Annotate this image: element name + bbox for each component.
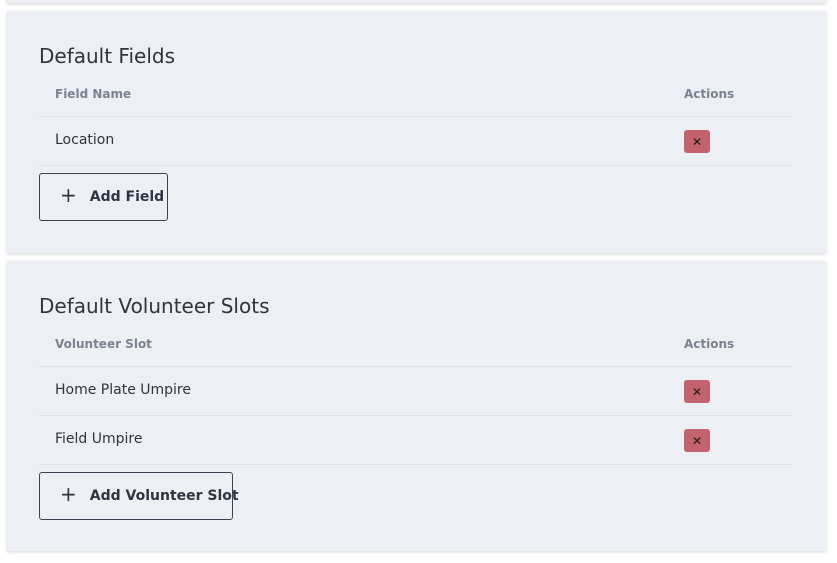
default-fields-title: Default Fields bbox=[39, 44, 176, 68]
add-field-button[interactable]: + Add Field bbox=[39, 173, 168, 221]
field-name-cell: Location bbox=[55, 132, 115, 148]
default-fields-card: Default Fields Field Name Actions Locati… bbox=[7, 11, 826, 253]
delete-field-button[interactable]: ✕ bbox=[684, 130, 710, 153]
add-field-label: Add Field bbox=[89, 189, 165, 205]
column-header-volunteer-slot: Volunteer Slot bbox=[55, 337, 152, 351]
plus-icon: + bbox=[60, 482, 77, 506]
column-header-field-name: Field Name bbox=[55, 87, 132, 101]
delete-slot-button[interactable]: ✕ bbox=[684, 380, 710, 403]
column-header-actions: Actions bbox=[684, 337, 735, 351]
table-header: Volunteer Slot Actions bbox=[39, 334, 792, 367]
volunteer-slot-cell: Field Umpire bbox=[55, 431, 143, 447]
default-volunteer-slots-table: Volunteer Slot Actions Home Plate Umpire… bbox=[39, 334, 792, 465]
table-row: Location ✕ bbox=[39, 117, 792, 166]
previous-card bbox=[7, 0, 826, 3]
default-fields-table: Field Name Actions Location ✕ bbox=[39, 84, 792, 166]
add-volunteer-slot-label: Add Volunteer Slot bbox=[89, 488, 239, 504]
close-icon: ✕ bbox=[691, 433, 703, 448]
delete-slot-button[interactable]: ✕ bbox=[684, 429, 710, 452]
close-icon: ✕ bbox=[691, 384, 703, 399]
plus-icon: + bbox=[60, 183, 77, 207]
page: Default Fields Field Name Actions Locati… bbox=[0, 0, 837, 563]
close-icon: ✕ bbox=[691, 134, 703, 149]
table-row: Home Plate Umpire ✕ bbox=[39, 367, 792, 416]
default-volunteer-slots-title: Default Volunteer Slots bbox=[39, 294, 270, 318]
volunteer-slot-cell: Home Plate Umpire bbox=[55, 382, 191, 398]
column-header-actions: Actions bbox=[684, 87, 735, 101]
table-header: Field Name Actions bbox=[39, 84, 792, 117]
default-volunteer-slots-card: Default Volunteer Slots Volunteer Slot A… bbox=[7, 261, 826, 551]
table-row: Field Umpire ✕ bbox=[39, 416, 792, 465]
add-volunteer-slot-button[interactable]: + Add Volunteer Slot bbox=[39, 472, 239, 520]
